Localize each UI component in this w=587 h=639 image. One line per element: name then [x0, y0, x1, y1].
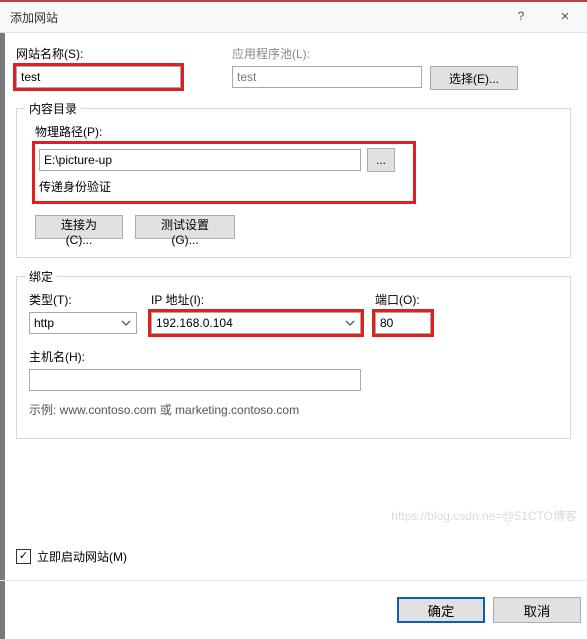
host-example: 示例: www.contoso.com 或 marketing.contoso.… [29, 401, 558, 418]
app-pool-input [232, 66, 422, 88]
content-dir-legend: 内容目录 [25, 100, 81, 117]
close-button[interactable]: × [543, 2, 587, 30]
dialog-content: 网站名称(S): 应用程序池(L): 选择(E)... 内容目录 物理路径(P)… [0, 33, 587, 439]
window-titlebar: 添加网站 ? × [0, 0, 587, 33]
port-input[interactable] [375, 312, 431, 334]
site-name-label: 网站名称(S): [16, 45, 216, 62]
watermark-text: https://blog.csdn.ne=@51CTO博客 [391, 507, 577, 524]
auth-label: 传递身份验证 [39, 178, 409, 195]
physical-path-label: 物理路径(P): [35, 123, 558, 140]
start-site-label: 立即启动网站(M) [37, 548, 127, 565]
port-label: 端口(O): [375, 291, 439, 308]
check-icon: ✓ [19, 551, 28, 562]
site-name-input[interactable] [16, 66, 181, 88]
browse-path-button[interactable]: ... [367, 148, 395, 172]
host-label: 主机名(H): [29, 348, 558, 365]
binding-legend: 绑定 [25, 268, 57, 285]
dialog-footer: 确定 取消 [0, 580, 587, 639]
window-left-border [0, 32, 5, 639]
ip-select[interactable]: 192.168.0.104 [151, 312, 361, 334]
host-input[interactable] [29, 369, 361, 391]
content-dir-group: 内容目录 物理路径(P): ... 传递身份验证 连接为(C)... 测试设置(… [16, 108, 571, 258]
ok-button[interactable]: 确定 [397, 597, 485, 623]
start-site-row[interactable]: ✓ 立即启动网站(M) [16, 548, 127, 565]
physical-path-highlight: ... 传递身份验证 [35, 144, 413, 201]
physical-path-input[interactable] [39, 149, 361, 171]
ip-label: IP 地址(I): [151, 291, 361, 308]
window-title: 添加网站 [10, 9, 58, 26]
help-icon: ? [518, 9, 525, 23]
binding-group: 绑定 类型(T): http IP 地址(I): 192.168.0.104 端… [16, 276, 571, 439]
app-pool-label: 应用程序池(L): [232, 45, 571, 62]
ellipsis-icon: ... [376, 153, 386, 167]
type-label: 类型(T): [29, 291, 137, 308]
type-select[interactable]: http [29, 312, 137, 334]
help-button[interactable]: ? [499, 2, 543, 30]
select-app-pool-button[interactable]: 选择(E)... [430, 66, 518, 90]
start-site-checkbox[interactable]: ✓ [16, 549, 31, 564]
close-icon: × [561, 8, 570, 25]
cancel-button[interactable]: 取消 [493, 597, 581, 623]
connect-as-button[interactable]: 连接为(C)... [35, 215, 123, 239]
test-settings-button[interactable]: 测试设置(G)... [135, 215, 235, 239]
